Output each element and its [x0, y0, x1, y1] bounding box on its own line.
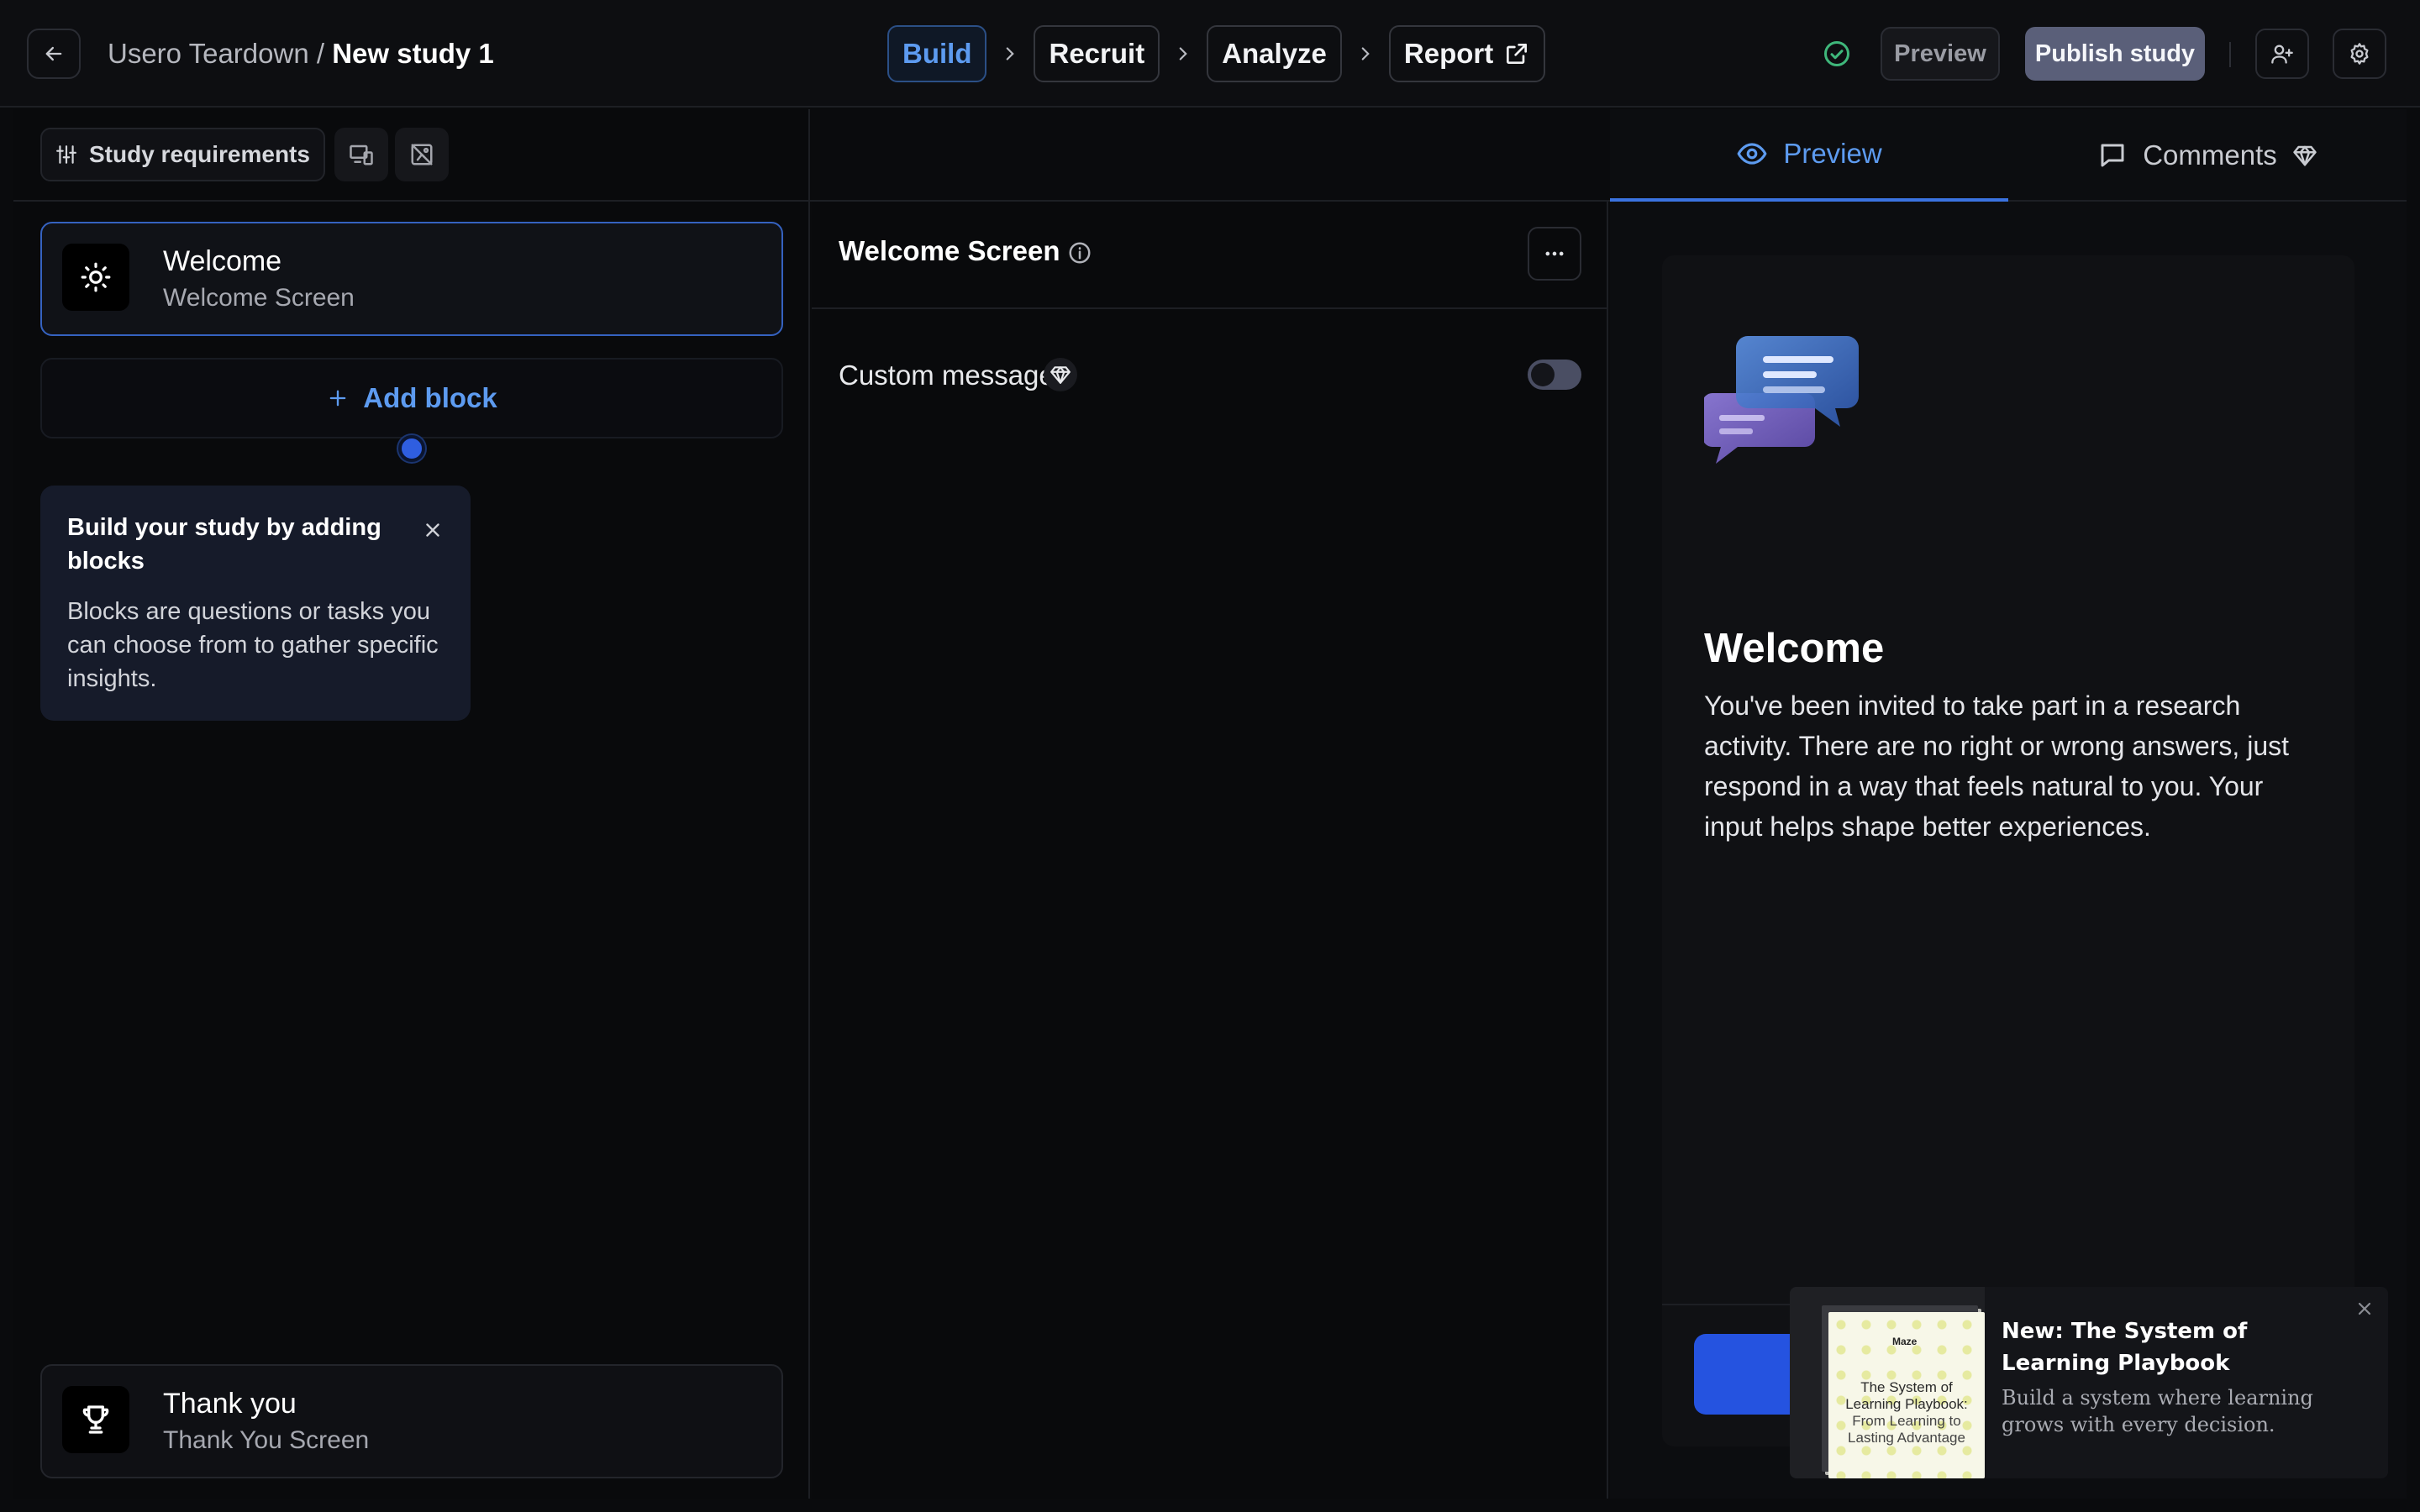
step-recruit[interactable]: Recruit: [1034, 25, 1160, 82]
step-analyze-label: Analyze: [1222, 38, 1327, 69]
block-subtitle: Thank You Screen: [163, 1426, 370, 1454]
close-icon[interactable]: [422, 519, 444, 541]
eye-icon: [1736, 138, 1768, 170]
diamond-icon: [2292, 143, 2317, 168]
step-build-label: Build: [902, 38, 972, 69]
diamond-icon: [1044, 358, 1077, 391]
block-subtitle: Welcome Screen: [163, 284, 355, 312]
add-block-button[interactable]: Add block: [40, 358, 783, 438]
preview-tabs: Preview Comments: [1610, 109, 2407, 202]
book-subtitle: From Learning to Lasting Advantage: [1848, 1413, 1965, 1446]
block-thank-you[interactable]: Thank you Thank You Screen: [40, 1364, 783, 1478]
playbook-cover-image: Maze The System of Learning Playbook: Fr…: [1790, 1287, 1985, 1478]
requirements-toolbar: Study requirements: [13, 109, 1610, 202]
tooltip-body: Blocks are questions or tasks you can ch…: [67, 598, 439, 692]
trophy-icon: [62, 1386, 129, 1453]
invite-collaborator-button[interactable]: [2255, 29, 2309, 79]
ellipsis-icon: [1543, 242, 1566, 265]
top-bar: Usero Teardown / New study 1 Build Recru…: [0, 0, 2420, 108]
promo-title: New: The System of Learning Playbook: [2002, 1319, 2248, 1376]
plus-icon: [326, 386, 350, 410]
chevron-right-icon: [986, 43, 1034, 65]
tab-comments-label: Comments: [2143, 139, 2277, 171]
welcome-heading: Welcome: [1704, 626, 1885, 671]
breadcrumb-study[interactable]: New study 1: [332, 38, 494, 69]
onboarding-tooltip: Build your study by adding blocks Blocks…: [40, 486, 471, 721]
breadcrumb: Usero Teardown / New study 1: [108, 34, 494, 74]
chevron-right-icon: [1160, 43, 1207, 65]
arrow-left-icon: [42, 42, 66, 66]
tooltip-title: Build your study by adding blocks: [67, 514, 381, 575]
sliders-icon: [55, 144, 77, 165]
custom-message-label: Custom message: [839, 360, 1055, 391]
promo-notification[interactable]: Maze The System of Learning Playbook: Fr…: [1790, 1287, 2388, 1478]
device-preview-button[interactable]: [334, 128, 388, 181]
sun-icon: [62, 244, 129, 311]
user-plus-icon: [2270, 42, 2294, 66]
chevron-right-icon: [1342, 43, 1389, 65]
block-editor-panel: Welcome Screen Custom message: [812, 202, 1608, 1499]
chat-bubbles-illustration: [1704, 326, 1864, 469]
check-circle-icon: [1822, 39, 1852, 69]
editor-title: Welcome Screen: [839, 235, 1060, 266]
hide-images-button[interactable]: [395, 128, 449, 181]
tab-comments[interactable]: Comments: [2008, 109, 2407, 202]
book-title: The System of Learning Playbook:: [1845, 1379, 1968, 1412]
block-list-panel: Study requirements Welcome Welcome Scree…: [13, 109, 1610, 1499]
step-build[interactable]: Build: [887, 25, 987, 82]
study-requirements-label: Study requirements: [89, 141, 310, 167]
custom-message-toggle[interactable]: [1528, 360, 1581, 390]
comment-icon: [2097, 140, 2128, 171]
more-options-button[interactable]: [1528, 227, 1581, 281]
publish-study-button[interactable]: Publish study: [2025, 27, 2205, 81]
onboarding-hotspot[interactable]: [398, 435, 425, 462]
breadcrumb-project[interactable]: Usero Teardown: [108, 38, 309, 69]
settings-button[interactable]: [2333, 29, 2386, 79]
preview-button[interactable]: Preview: [1881, 27, 2000, 81]
workflow-steps: Build Recruit Analyze Report: [887, 25, 1546, 82]
welcome-text: You've been invited to take part in a re…: [1704, 690, 2289, 842]
back-button[interactable]: [27, 29, 81, 79]
add-block-label: Add block: [363, 382, 497, 413]
study-requirements-button[interactable]: Study requirements: [40, 128, 325, 181]
close-icon[interactable]: [2354, 1299, 2375, 1319]
step-analyze[interactable]: Analyze: [1207, 25, 1342, 82]
block-title: Welcome: [163, 245, 282, 277]
devices-icon: [349, 142, 374, 167]
promo-body: Build a system where learning grows with…: [2002, 1386, 2313, 1436]
welcome-preview-card: Welcome You've been invited to take part…: [1662, 255, 2354, 1446]
block-title: Thank you: [163, 1388, 297, 1420]
tab-preview[interactable]: Preview: [1610, 109, 2008, 202]
breadcrumb-separator: /: [316, 38, 325, 69]
gear-icon: [2348, 42, 2371, 66]
step-recruit-label: Recruit: [1049, 38, 1145, 69]
divider: [2229, 42, 2231, 67]
image-off-icon: [409, 142, 434, 167]
step-report[interactable]: Report: [1388, 25, 1546, 82]
external-link-icon: [1503, 40, 1530, 67]
editor-header: Welcome Screen: [812, 202, 1608, 309]
info-icon[interactable]: [1067, 240, 1092, 265]
book-cover: Maze The System of Learning Playbook: Fr…: [1828, 1312, 1985, 1478]
book-brand: Maze: [1892, 1336, 1918, 1347]
step-report-label: Report: [1403, 38, 1494, 69]
block-welcome[interactable]: Welcome Welcome Screen: [40, 222, 783, 336]
tab-preview-label: Preview: [1783, 138, 1882, 169]
